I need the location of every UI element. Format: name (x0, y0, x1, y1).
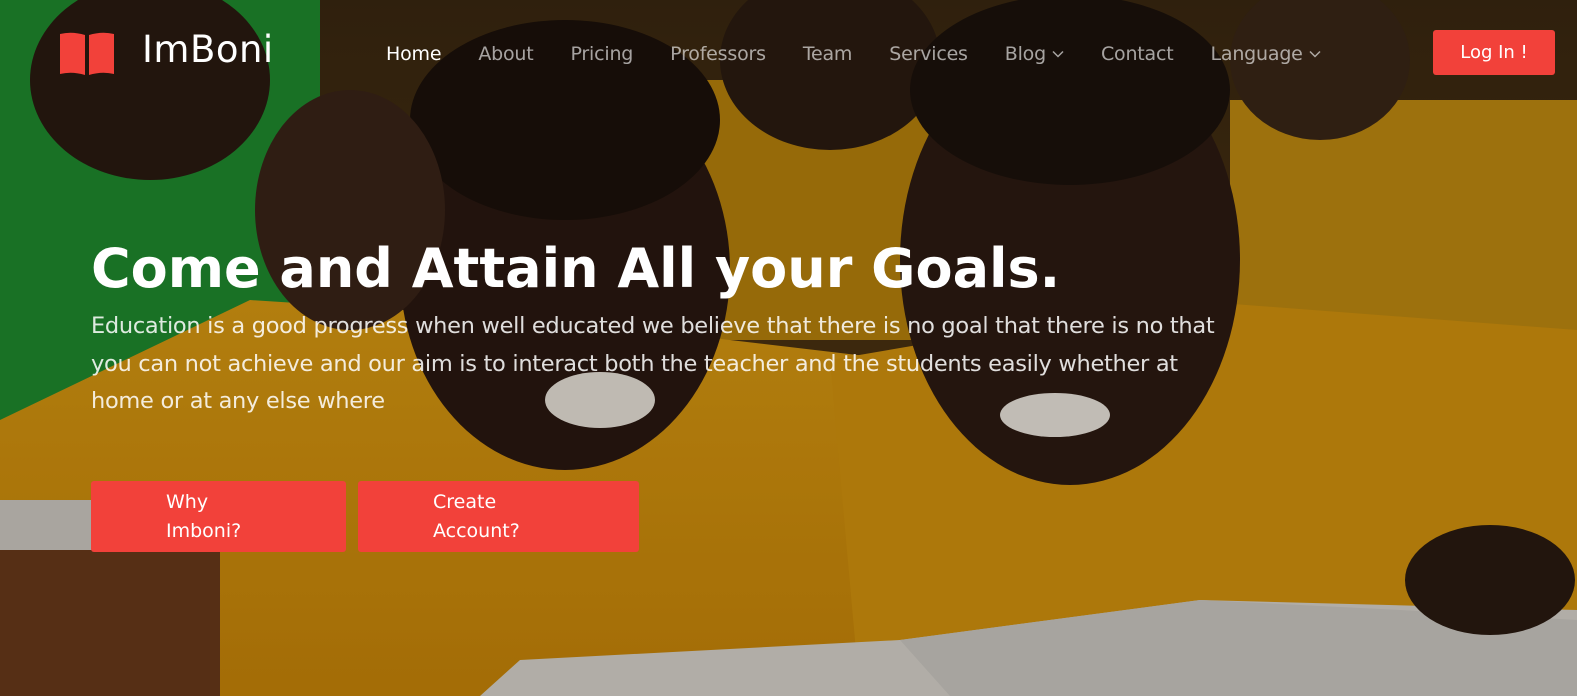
brand-logo[interactable]: ImBoni (58, 28, 274, 78)
why-imboni-button[interactable]: Why Imboni? (91, 481, 346, 552)
hero-headline: Come and Attain All your Goals. (91, 237, 1061, 300)
nav-item-label: Home (386, 43, 442, 65)
nav-item-blog[interactable]: Blog (1005, 43, 1064, 65)
nav-item-label: Blog (1004, 43, 1046, 65)
chevron-down-icon (1309, 50, 1321, 58)
open-book-icon (60, 32, 114, 75)
nav-item-label: Pricing (570, 43, 634, 65)
nav-item-professors[interactable]: Professors (670, 43, 766, 65)
button-label-line: Why (166, 491, 209, 513)
navbar: ImBoni Home About Pricing Professors Tea… (0, 0, 1577, 106)
login-button[interactable]: Log In ! (1433, 30, 1555, 75)
nav-menu: Home About Pricing Professors Team Servi… (386, 40, 1358, 68)
nav-item-contact[interactable]: Contact (1101, 43, 1174, 65)
brand-name: ImBoni (142, 27, 274, 71)
nav-item-label: Language (1210, 43, 1303, 65)
nav-item-label: Team (802, 43, 853, 65)
nav-item-team[interactable]: Team (802, 43, 853, 65)
button-label-line: Imboni? (166, 520, 242, 542)
button-label-line: Account? (433, 520, 520, 542)
nav-item-label: Professors (670, 43, 766, 65)
button-label-line: Create (433, 491, 497, 513)
nav-item-home[interactable]: Home (386, 43, 442, 65)
chevron-down-icon (1052, 50, 1064, 58)
nav-item-label: Contact (1100, 43, 1174, 65)
nav-item-pricing[interactable]: Pricing (571, 43, 634, 65)
hero-subtitle: Education is a good progress when well e… (91, 313, 1215, 414)
nav-item-services[interactable]: Services (889, 43, 968, 65)
hero-section: ImBoni Home About Pricing Professors Tea… (0, 0, 1577, 696)
create-account-button[interactable]: Create Account? (358, 481, 639, 552)
nav-item-label: Services (889, 43, 968, 65)
nav-item-about[interactable]: About (478, 43, 533, 65)
nav-item-language[interactable]: Language (1211, 43, 1321, 65)
nav-item-label: About (478, 43, 534, 65)
